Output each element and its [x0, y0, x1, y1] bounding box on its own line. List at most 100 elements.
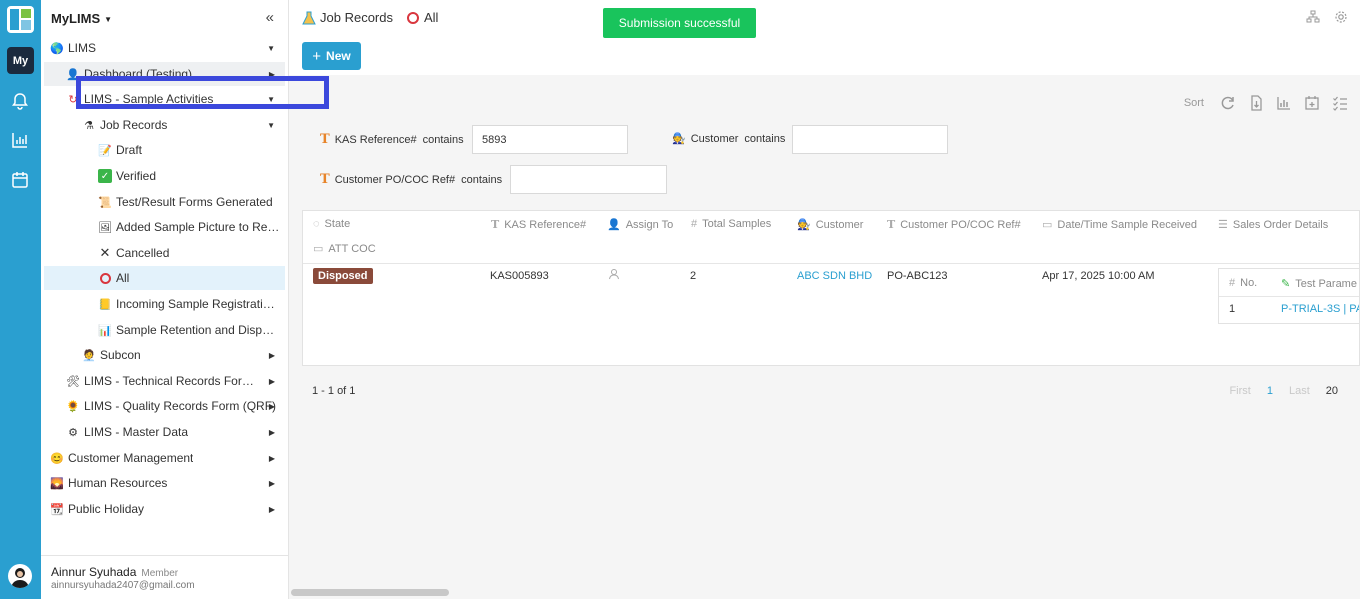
workspace-title: MyLIMS [51, 11, 101, 26]
sidebar-item-job-records[interactable]: ⚗ Job Records ▼ [44, 113, 285, 137]
sunflower-icon: 🌻 [66, 400, 80, 413]
sidebar-item-trf[interactable]: 🛠LIMS - Technical Records Form (TRF)▶ [44, 369, 285, 393]
pager: First 1 Last 20 [1213, 385, 1338, 397]
header-divider [303, 263, 1359, 264]
subtable-header-no: # No. [1229, 277, 1258, 289]
caret-right-icon[interactable]: ▶ [269, 402, 275, 411]
my-workspace-button[interactable]: My [7, 47, 34, 74]
smiley-icon: 😊 [50, 452, 64, 465]
sidebar-item-all[interactable]: All [44, 266, 285, 290]
sidebar-item-verified[interactable]: ✓ Verified [44, 164, 285, 188]
breadcrumb-module[interactable]: Job Records [320, 10, 393, 25]
calendar-add-icon[interactable] [1304, 95, 1320, 111]
column-header-kas-ref[interactable]: T KAS Reference# [491, 218, 586, 231]
column-header-total-samples[interactable]: # Total Samples [691, 218, 771, 230]
sunset-icon: 🌄 [50, 477, 64, 490]
breadcrumb-view[interactable]: All [424, 10, 438, 25]
sidebar-item-qrf[interactable]: 🌻 LIMS - Quality Records Form (QRF) ▶ [44, 394, 285, 418]
filter-customer-input[interactable] [792, 125, 948, 154]
filter-po-ref-input[interactable] [510, 165, 667, 194]
sidebar-item-lims[interactable]: 🌎 LIMS ▼ [44, 36, 285, 60]
cell-kas-ref[interactable]: KAS005893 [490, 270, 549, 282]
column-header-state[interactable]: ◌ State [313, 218, 350, 230]
memo-icon: 📝 [98, 144, 112, 157]
assignee-user-icon[interactable] [608, 268, 620, 283]
cell-date-received: Apr 17, 2025 10:00 AM [1042, 270, 1155, 282]
pager-last[interactable]: Last [1289, 385, 1310, 397]
caret-down-icon[interactable]: ▼ [267, 44, 275, 53]
bell-icon[interactable] [10, 91, 30, 111]
new-record-button[interactable]: + New [302, 42, 361, 70]
text-type-icon: T [320, 132, 330, 147]
collapse-sidebar-icon[interactable]: « [266, 9, 274, 26]
horizontal-scrollbar[interactable] [291, 589, 449, 596]
checklist-icon[interactable] [1332, 95, 1348, 111]
column-header-date-received[interactable]: ▭ Date/Time Sample Received [1042, 218, 1197, 232]
caret-right-icon[interactable]: ▶ [269, 454, 275, 463]
chart-doc-icon: 📊 [98, 324, 112, 337]
sidebar-item-incoming-log[interactable]: 📒Incoming Sample Registration Log [44, 292, 285, 316]
sidebar-item-subcon[interactable]: 🧑‍💼 Subcon ▶ [44, 343, 285, 367]
pager-page-size[interactable]: 20 [1326, 385, 1338, 397]
filter-kas-ref-label: T KAS Reference# contains [320, 132, 464, 147]
settings-gear-icon[interactable] [1334, 10, 1348, 27]
flask-icon: ⚗ [84, 119, 94, 132]
check-box-icon: ✓ [98, 169, 112, 183]
export-file-icon[interactable] [1248, 95, 1264, 111]
refresh-icon[interactable] [1220, 95, 1236, 111]
report-chart-icon[interactable] [1276, 95, 1292, 111]
pencil-icon: ✎ [1281, 278, 1291, 290]
ring-icon [406, 11, 419, 24]
column-header-att-coc[interactable]: ▭ ATT COC [313, 242, 376, 256]
x-icon: ✕ [99, 245, 111, 260]
pager-current-page[interactable]: 1 [1267, 385, 1273, 397]
pager-range: 1 - 1 of 1 [312, 385, 356, 397]
caret-right-icon[interactable]: ▶ [269, 377, 275, 386]
sidebar-item-sample-picture[interactable]: 🖼Added Sample Picture to Report Template [44, 215, 285, 239]
user-avatar[interactable] [8, 564, 32, 588]
caret-right-icon[interactable]: ▶ [269, 479, 275, 488]
user-panel[interactable]: Ainnur Syuhada Member ainnursyuhada2407@g… [41, 555, 289, 599]
caret-right-icon[interactable]: ▶ [269, 351, 275, 360]
caret-down-icon[interactable]: ▼ [267, 121, 275, 130]
sidebar-item-forms-generated[interactable]: 📜 Test/Result Forms Generated [44, 190, 285, 214]
status-badge: Disposed [313, 268, 373, 284]
sidebar-item-draft[interactable]: 📝 Draft [44, 138, 285, 162]
tools-icon: 🛠 [66, 375, 80, 388]
hierarchy-icon[interactable] [1306, 10, 1320, 27]
sidebar-item-master-data[interactable]: ⚙ LIMS - Master Data ▶ [44, 420, 285, 444]
top-bar: Job Records All Submission successful + N… [289, 0, 1360, 75]
sidebar-item-public-holiday[interactable]: 📆 Public Holiday ▶ [44, 497, 285, 521]
text-type-icon: T [887, 218, 896, 231]
app-logo-icon[interactable] [7, 6, 34, 33]
column-header-assign-to[interactable]: 👤 Assign To [607, 218, 673, 232]
column-header-po-ref[interactable]: T Customer PO/COC Ref# [887, 218, 1021, 231]
pager-first[interactable]: First [1229, 385, 1250, 397]
subtable-cell-no: 1 [1229, 303, 1236, 315]
cell-po-ref: PO-ABC123 [887, 270, 948, 282]
hash-icon: # [691, 218, 698, 230]
subtable-cell-test-param[interactable]: P-TRIAL-3S | PA [1281, 303, 1359, 315]
bar-chart-icon[interactable] [10, 130, 30, 150]
workspace-switcher[interactable]: MyLIMS ▼ [51, 11, 112, 26]
column-header-customer[interactable]: 🧑‍🔧 Customer [797, 218, 863, 232]
user-email: ainnursyuhada2407@gmail.com [51, 580, 195, 591]
cell-customer-link[interactable]: ABC SDN BHD [797, 270, 872, 282]
sidebar-item-human-resources[interactable]: 🌄 Human Resources ▶ [44, 471, 285, 495]
main-content: Job Records All Submission successful + N… [289, 0, 1360, 599]
calendar-icon[interactable] [10, 170, 30, 190]
app-rail: My [0, 0, 41, 599]
caret-right-icon[interactable]: ▶ [269, 428, 275, 437]
sidebar-item-cancelled[interactable]: ✕ Cancelled [44, 241, 285, 265]
sidebar-item-customer-management[interactable]: 😊 Customer Management ▶ [44, 446, 285, 470]
flask-icon [302, 11, 316, 25]
customer-icon: 🧑‍🔧 [797, 219, 811, 231]
sales-order-subtable: # No. ✎ Test Parame 1 P-TRIAL-3S | PA [1218, 268, 1359, 324]
sidebar-item-retention-log[interactable]: 📊Sample Retention and Disposal Log [44, 318, 285, 342]
filter-kas-ref-input[interactable]: 5893 [472, 125, 628, 154]
caret-right-icon[interactable]: ▶ [269, 505, 275, 514]
sort-button[interactable]: Sort [1184, 97, 1204, 109]
column-header-sales-order[interactable]: ☰ Sales Order Details [1218, 218, 1328, 232]
ring-icon [98, 271, 112, 285]
cell-total-samples: 2 [690, 270, 697, 282]
